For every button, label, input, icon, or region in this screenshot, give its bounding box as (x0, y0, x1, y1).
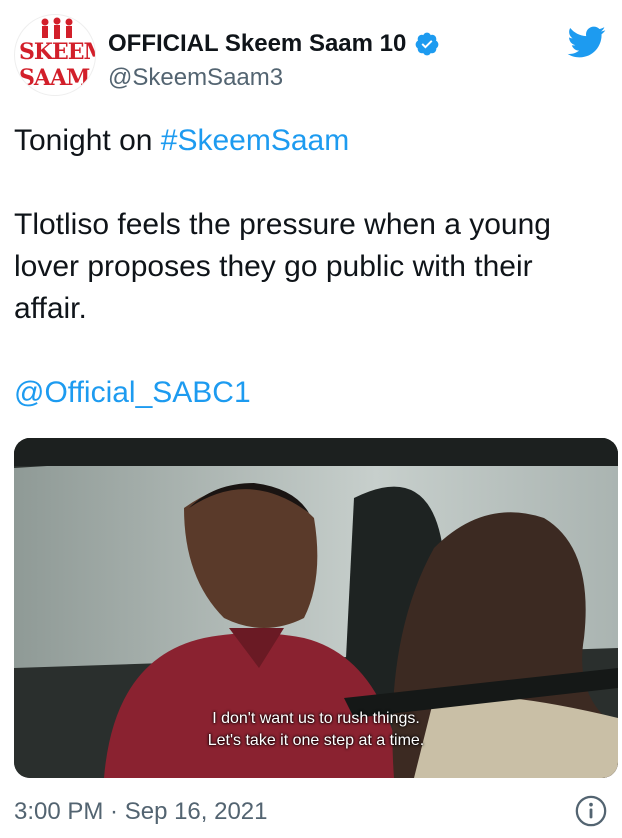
avatar-logo-top: SKEEM (19, 39, 95, 65)
name-row: OFFICIAL Skeem Saam 10 (108, 30, 440, 58)
twitter-bird-icon[interactable] (564, 22, 608, 62)
tweet-line-intro: Tonight on #SkeemSaam (14, 120, 608, 162)
tweet-body: Tlotliso feels the pressure when a young… (14, 208, 551, 325)
avatar-figures-icon (41, 17, 73, 39)
verified-badge-icon (415, 32, 439, 56)
tweet-media-image[interactable]: I don't want us to rush things. Let's ta… (14, 438, 618, 778)
tweet-header: SKEEM SAAM OFFICIAL Skeem Saam 10 @Skeem… (14, 14, 608, 96)
avatar-logo-bottom: SAAM (19, 65, 90, 91)
tweet-text: Tonight on #SkeemSaam Tlotliso feels the… (14, 120, 608, 414)
account-handle[interactable]: @SkeemSaam3 (108, 64, 283, 92)
video-subtitle: I don't want us to rush things. Let's ta… (14, 708, 618, 752)
mention-link[interactable]: @Official_SABC1 (14, 376, 251, 409)
subtitle-line-2: Let's take it one step at a time. (207, 732, 425, 749)
hashtag-link[interactable]: #SkeemSaam (161, 124, 349, 157)
tweet-timestamp[interactable]: 3:00 PM · Sep 16, 2021 (14, 798, 268, 826)
subtitle-line-1: I don't want us to rush things. (212, 710, 420, 727)
avatar[interactable]: SKEEM SAAM (14, 14, 96, 96)
tweet-footer: 3:00 PM · Sep 16, 2021 (14, 794, 608, 830)
display-name[interactable]: OFFICIAL Skeem Saam 10 (108, 30, 406, 58)
tweet-intro-text: Tonight on (14, 124, 161, 157)
info-icon[interactable] (574, 794, 608, 828)
